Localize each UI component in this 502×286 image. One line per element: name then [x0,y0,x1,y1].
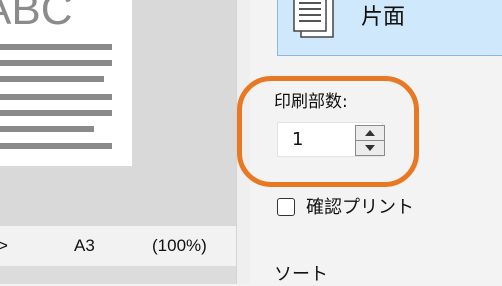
sort-section-label: ソート [274,264,328,285]
copies-increment-button[interactable] [356,126,384,141]
confirm-print-checkbox[interactable] [277,198,295,216]
duplex-option-single-sided[interactable]: 片面 [277,0,502,56]
copies-spinner[interactable] [355,125,385,156]
preview-scroll-strip [0,266,236,284]
preview-status-bar: > A3 (100%) [0,226,236,266]
copies-decrement-button[interactable] [356,141,384,155]
paper-size-text: A3 [74,236,95,255]
next-page-button[interactable]: > [0,235,8,257]
copies-label: 印刷部数: [274,92,348,112]
panel-divider [236,0,251,284]
preview-page: ABC [0,0,132,166]
preview-text-line [0,44,112,50]
preview-text-line [0,94,112,100]
duplex-option-label: 片面 [361,5,406,30]
preview-text-line [0,143,112,149]
triangle-up-icon [365,130,375,136]
preview-text-line [0,60,112,66]
zoom-level-text: (100%) [152,236,207,255]
print-settings-panel: 片面 印刷部数: 1 確認プリント ソート [237,0,502,285]
print-preview-area: ABC > A3 (100%) [0,0,250,284]
copies-value: 1 [292,129,304,150]
preview-text-line [0,110,112,116]
copies-input[interactable]: 1 [277,122,385,157]
confirm-print-label[interactable]: 確認プリント [306,197,414,219]
preview-text-line [0,76,104,82]
preview-document-heading: ABC [0,0,73,34]
single-sided-document-icon [289,0,339,41]
triangle-down-icon [365,145,375,151]
preview-text-line [0,126,94,132]
